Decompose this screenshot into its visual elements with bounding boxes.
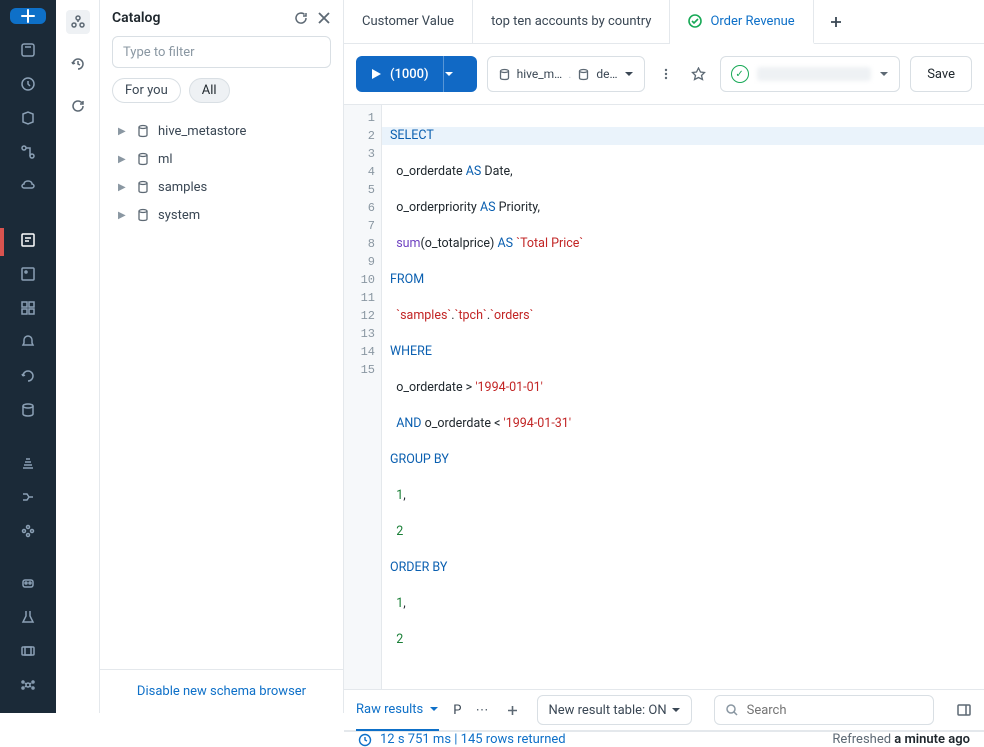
refresh-tab-icon[interactable] [66, 94, 90, 118]
history-icon[interactable] [18, 368, 38, 384]
transform-icon[interactable] [18, 489, 38, 505]
sql-editor-icon[interactable] [18, 232, 38, 248]
run-dropdown[interactable] [443, 56, 477, 92]
star-icon[interactable] [687, 63, 710, 86]
catalog-tree: ▶hive_metastore ▶ml ▶samples ▶system [100, 113, 343, 669]
tree-node[interactable]: ▶samples [108, 173, 335, 201]
workspace-icon[interactable] [18, 42, 38, 58]
context-selector[interactable]: hive_m… . de… [487, 56, 645, 92]
compute-selector[interactable]: ✓ [720, 56, 901, 92]
history-tab-icon[interactable] [66, 52, 90, 76]
tab-top-ten[interactable]: top ten accounts by country [473, 0, 670, 44]
main-area: Customer Value top ten accounts by count… [344, 0, 984, 713]
catalog-filter-input[interactable] [112, 36, 331, 68]
catalog-panel: Catalog For you All ▶hive_metastore ▶ml … [100, 0, 344, 713]
refreshed-label: Refreshed a minute ago [832, 732, 970, 747]
compute-icon[interactable] [18, 178, 38, 194]
results-search-input[interactable] [747, 703, 923, 718]
refresh-icon[interactable] [293, 10, 309, 26]
dashboards-icon[interactable] [18, 300, 38, 316]
partial-tab[interactable]: P [453, 703, 461, 718]
schema-icon [577, 68, 590, 81]
code-area[interactable]: SELECT o_orderdate AS Date, o_orderprior… [382, 105, 984, 689]
secondary-rail [56, 0, 100, 713]
new-button[interactable] [10, 8, 46, 24]
save-button[interactable]: Save [910, 56, 972, 92]
add-viz-icon[interactable] [502, 700, 523, 721]
warehouses-icon[interactable] [18, 402, 38, 418]
tree-node[interactable]: ▶ml [108, 145, 335, 173]
recents-icon[interactable] [18, 76, 38, 92]
new-result-table-toggle[interactable]: New result table: ON [537, 695, 691, 725]
code-editor[interactable]: 123456789101112131415 SELECT o_orderdate… [344, 104, 984, 689]
catalog-icon [498, 68, 511, 81]
catalog-tab-icon[interactable] [66, 10, 90, 34]
more-icon[interactable]: ⋯ [475, 703, 488, 718]
ingest-icon[interactable] [18, 455, 38, 471]
toolbar: (1000) hive_m… . de… ✓ Save [344, 44, 984, 104]
queries-icon[interactable] [18, 266, 38, 282]
experiments-icon[interactable] [18, 609, 38, 625]
add-tab-button[interactable] [814, 15, 858, 29]
alerts-icon[interactable] [18, 334, 38, 350]
close-icon[interactable] [317, 11, 331, 25]
pill-for-you[interactable]: For you [112, 78, 181, 103]
tab-order-revenue[interactable]: Order Revenue [670, 0, 813, 44]
editor-tabs: Customer Value top ten accounts by count… [344, 0, 984, 44]
panel-toggle-icon[interactable] [956, 702, 972, 718]
raw-results-tab[interactable]: Raw results [356, 689, 439, 731]
serving-icon[interactable] [18, 677, 38, 693]
status-ok-icon: ✓ [731, 65, 749, 83]
tree-node[interactable]: ▶system [108, 201, 335, 229]
tree-node[interactable]: ▶hive_metastore [108, 117, 335, 145]
models-icon[interactable] [18, 643, 38, 659]
status-time: 12 s 751 ms | 145 rows returned [380, 732, 566, 747]
left-rail [0, 0, 56, 713]
search-icon [725, 703, 739, 717]
run-button[interactable]: (1000) [356, 56, 443, 92]
data-icon[interactable] [18, 110, 38, 126]
workflows-icon[interactable] [18, 144, 38, 160]
kebab-icon[interactable] [655, 63, 677, 85]
check-icon [688, 14, 702, 28]
pill-all[interactable]: All [189, 78, 230, 103]
ml-icon[interactable] [18, 575, 38, 591]
results-bar: Raw results P ⋯ New result table: ON [344, 689, 984, 731]
results-search[interactable] [714, 695, 934, 725]
disable-schema-link[interactable]: Disable new schema browser [137, 684, 306, 699]
tab-customer-value[interactable]: Customer Value [344, 0, 473, 44]
clock-icon [358, 733, 372, 747]
features-icon[interactable] [18, 523, 38, 539]
line-gutter: 123456789101112131415 [344, 105, 382, 689]
status-bar: 12 s 751 ms | 145 rows returned Refreshe… [344, 731, 984, 747]
catalog-title: Catalog [112, 10, 285, 26]
